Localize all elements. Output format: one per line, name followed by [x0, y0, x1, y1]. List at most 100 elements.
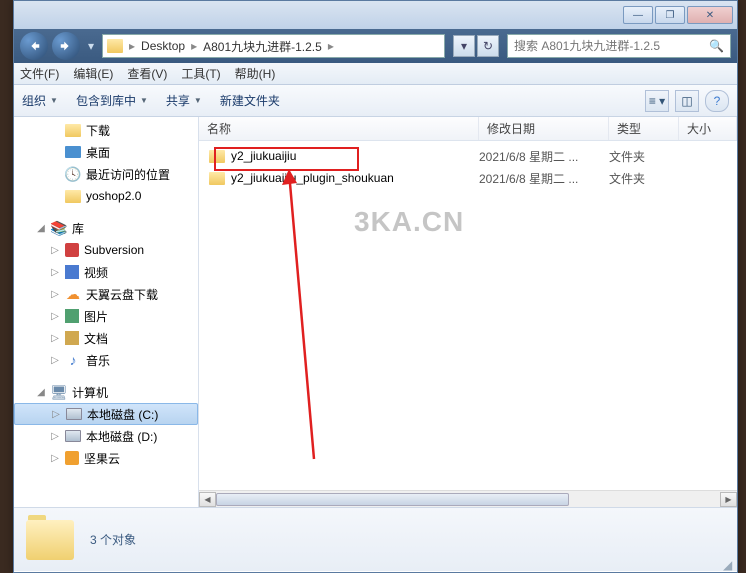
column-headers: 名称 修改日期 类型 大小	[199, 117, 737, 141]
share-button[interactable]: 共享▼	[166, 92, 202, 109]
sidebar-item-video[interactable]: ▷视频	[14, 261, 198, 283]
expand-icon[interactable]: ◢	[36, 387, 46, 398]
include-library-button[interactable]: 包含到库中▼	[76, 92, 148, 109]
titlebar: — ❐ ✕	[14, 1, 737, 29]
status-bar: 3 个对象	[14, 507, 737, 571]
scroll-right-button[interactable]: ▶	[720, 492, 737, 507]
content-area: 下载 桌面 🕓最近访问的位置 yoshop2.0 ◢📚库 ▷Subversion…	[14, 117, 737, 507]
music-icon: ♪	[65, 352, 81, 368]
maximize-button[interactable]: ❐	[655, 6, 685, 24]
sidebar-item-downloads[interactable]: 下载	[14, 119, 198, 141]
file-row[interactable]: y2_jiukuaijiu_plugin_shoukuan 2021/6/8 星…	[199, 167, 737, 189]
organize-button[interactable]: 组织▼	[22, 92, 58, 109]
svn-icon	[65, 243, 79, 257]
sidebar-item-recent[interactable]: 🕓最近访问的位置	[14, 163, 198, 185]
library-icon: 📚	[51, 220, 67, 236]
folder-icon	[209, 150, 225, 163]
chevron-right-icon: ▸	[191, 39, 197, 53]
sidebar-item-library[interactable]: ◢📚库	[14, 217, 198, 239]
file-row[interactable]: y2_jiukuaijiu 2021/6/8 星期二 ... 文件夹	[199, 145, 737, 167]
file-type: 文件夹	[609, 170, 679, 187]
sidebar-item-jianguo[interactable]: ▷坚果云	[14, 447, 198, 469]
scroll-track[interactable]	[216, 492, 720, 507]
history-dropdown[interactable]: ▾	[84, 32, 98, 60]
drive-icon	[66, 408, 82, 420]
folder-icon	[65, 190, 81, 203]
menu-tools[interactable]: 工具(T)	[181, 65, 220, 82]
expand-icon[interactable]: ▷	[50, 431, 60, 442]
file-name: y2_jiukuaijiu_plugin_shoukuan	[231, 171, 394, 185]
expand-icon[interactable]: ◢	[36, 223, 46, 234]
file-list: y2_jiukuaijiu 2021/6/8 星期二 ... 文件夹 y2_ji…	[199, 141, 737, 193]
resize-handle[interactable]: ◢	[723, 558, 735, 570]
drive-icon	[65, 430, 81, 442]
search-input[interactable]	[514, 39, 705, 53]
sidebar-item-drive-c[interactable]: ▷本地磁盘 (C:)	[14, 403, 198, 425]
chevron-right-icon: ▸	[129, 39, 135, 53]
scroll-left-button[interactable]: ◀	[199, 492, 216, 507]
sidebar-item-documents[interactable]: ▷文档	[14, 327, 198, 349]
menu-help[interactable]: 帮助(H)	[235, 65, 276, 82]
recent-icon: 🕓	[65, 166, 81, 182]
sidebar-item-tianyi[interactable]: ▷☁天翼云盘下载	[14, 283, 198, 305]
sidebar-item-subversion[interactable]: ▷Subversion	[14, 239, 198, 261]
column-type[interactable]: 类型	[609, 117, 679, 140]
sidebar-item-desktop[interactable]: 桌面	[14, 141, 198, 163]
computer-icon: 🖥	[51, 384, 67, 400]
close-button[interactable]: ✕	[687, 6, 733, 24]
column-modified[interactable]: 修改日期	[479, 117, 609, 140]
expand-icon[interactable]: ▷	[50, 289, 60, 300]
file-name: y2_jiukuaijiu	[231, 149, 296, 163]
folder-icon	[107, 39, 123, 53]
file-date: 2021/6/8 星期二 ...	[479, 170, 609, 187]
desktop-icon	[65, 146, 81, 158]
preview-pane-button[interactable]: ◫	[675, 90, 699, 112]
view-options-button[interactable]: ≡ ▾	[645, 90, 669, 112]
video-icon	[65, 265, 79, 279]
expand-icon[interactable]: ▷	[50, 311, 60, 322]
scroll-thumb[interactable]	[216, 493, 569, 506]
folder-icon	[26, 520, 74, 560]
folder-icon	[65, 124, 81, 137]
sidebar-item-pictures[interactable]: ▷图片	[14, 305, 198, 327]
horizontal-scrollbar[interactable]: ◀ ▶	[199, 490, 737, 507]
search-box[interactable]: 🔍	[507, 34, 731, 58]
toolbar: 组织▼ 包含到库中▼ 共享▼ 新建文件夹 ≡ ▾ ◫ ?	[14, 85, 737, 117]
new-folder-button[interactable]: 新建文件夹	[220, 92, 280, 109]
sidebar-item-computer[interactable]: ◢🖥计算机	[14, 381, 198, 403]
breadcrumb-desktop[interactable]: Desktop	[141, 39, 185, 53]
menu-bar: 文件(F) 编辑(E) 查看(V) 工具(T) 帮助(H)	[14, 63, 737, 85]
sidebar-item-music[interactable]: ▷♪音乐	[14, 349, 198, 371]
dropdown-button[interactable]: ▾	[453, 35, 475, 57]
pictures-icon	[65, 309, 79, 323]
forward-button[interactable]	[52, 32, 80, 60]
search-icon: 🔍	[709, 39, 724, 53]
column-name[interactable]: 名称	[199, 117, 479, 140]
sidebar-item-drive-d[interactable]: ▷本地磁盘 (D:)	[14, 425, 198, 447]
menu-view[interactable]: 查看(V)	[127, 65, 167, 82]
file-list-pane: 名称 修改日期 类型 大小 y2_jiukuaijiu 2021/6/8 星期二…	[199, 117, 737, 507]
refresh-button[interactable]: ↻	[477, 35, 499, 57]
column-size[interactable]: 大小	[679, 117, 737, 140]
explorer-window: — ❐ ✕ ▾ ▸ Desktop ▸ A801九块九进群-1.2.5 ▸ ▾ …	[13, 0, 738, 573]
breadcrumb-folder[interactable]: A801九块九进群-1.2.5	[203, 38, 322, 55]
expand-icon[interactable]: ▷	[50, 267, 60, 278]
file-date: 2021/6/8 星期二 ...	[479, 148, 609, 165]
expand-icon[interactable]: ▷	[50, 453, 60, 464]
back-button[interactable]	[20, 32, 48, 60]
menu-file[interactable]: 文件(F)	[20, 65, 59, 82]
navigation-pane: 下载 桌面 🕓最近访问的位置 yoshop2.0 ◢📚库 ▷Subversion…	[14, 117, 199, 507]
expand-icon[interactable]: ▷	[50, 333, 60, 344]
sidebar-item-yoshop[interactable]: yoshop2.0	[14, 185, 198, 207]
address-controls: ▾ ↻	[453, 35, 499, 57]
help-button[interactable]: ?	[705, 90, 729, 112]
expand-icon[interactable]: ▷	[51, 409, 61, 420]
expand-icon[interactable]: ▷	[50, 355, 60, 366]
address-bar[interactable]: ▸ Desktop ▸ A801九块九进群-1.2.5 ▸	[102, 34, 445, 58]
expand-icon[interactable]: ▷	[50, 245, 60, 256]
folder-icon	[209, 172, 225, 185]
minimize-button[interactable]: —	[623, 6, 653, 24]
cloud-icon: ☁	[65, 286, 81, 302]
menu-edit[interactable]: 编辑(E)	[73, 65, 113, 82]
status-text: 3 个对象	[90, 531, 136, 548]
